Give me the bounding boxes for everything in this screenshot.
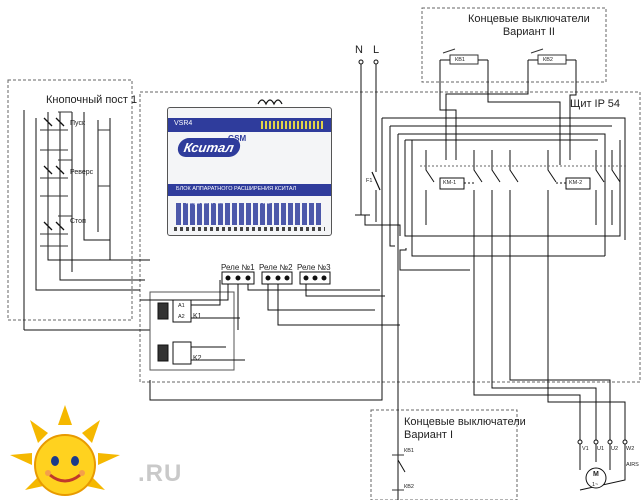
stop-button-label: Стоп: [70, 218, 86, 225]
kv1-bottom-label: КВ1: [404, 448, 414, 454]
motor-phase-label: 1~: [592, 482, 599, 488]
relay-2-label: Реле №2: [259, 263, 293, 272]
km2-label: KM-2: [569, 180, 583, 186]
kv1-top-label: КВ1: [455, 57, 465, 63]
terminal-u2: U2: [611, 446, 619, 452]
line-label: L: [373, 44, 380, 56]
watermark-text: .RU: [138, 460, 183, 487]
k2-label: K2: [193, 355, 202, 362]
terminal-v1: V1: [582, 446, 589, 452]
module-pins: [174, 227, 325, 231]
k1-a2-label: A2: [178, 314, 185, 320]
km1-label: KM-1: [443, 180, 457, 186]
module-model: VSR4: [174, 120, 193, 127]
limit-switches-v1-label: Концевые выключатели Вариант I: [404, 416, 526, 441]
motor-m-label: M: [593, 471, 599, 478]
kv2-top-label: КВ2: [543, 57, 553, 63]
motor-lines: [399, 225, 628, 491]
neutral-label: N: [355, 44, 363, 56]
terminal-u1: U1: [597, 446, 605, 452]
module-terminals: [176, 203, 323, 225]
start-button-label: Пуск: [70, 120, 86, 127]
limit-switches-v2-label: Концевые выключатели Вариант II: [468, 13, 590, 38]
module-gsm: GSM: [228, 134, 247, 143]
top-limit-switches: [439, 48, 577, 80]
supply-lines: [358, 59, 381, 222]
k1-label: K1: [193, 313, 202, 320]
kv2-bottom-label: КВ2: [404, 484, 414, 490]
module-top-band: VSR4: [168, 118, 331, 132]
relay-1-label: Реле №1: [221, 263, 255, 272]
terminal-airs: AIRS: [626, 462, 639, 468]
module-sub-relays: РЕЛЕ: [260, 200, 271, 205]
k1-a1-label: A1: [178, 303, 185, 309]
terminal-w2: W2: [626, 446, 635, 452]
module-title: БЛОК АППАРАТНОГО РАСШИРЕНИЯ КСИТАЛ: [176, 186, 297, 192]
contactors: [420, 150, 628, 225]
fuse-label: F1: [366, 178, 373, 184]
module-sub-inputs: ВХОДЫ КОНТРОЛЯ: [186, 200, 224, 205]
button-post-label: Кнопочный пост 1: [46, 94, 138, 106]
button-post-box: [7, 79, 133, 321]
wiring-diagram: VSR4 Кситал GSM БЛОК АППАРАТНОГО РАСШИРЕ…: [0, 0, 643, 500]
module-stripes: [261, 121, 323, 129]
cabinet-label: Щит IP 54: [570, 98, 621, 110]
controller-module: VSR4 Кситал GSM БЛОК АППАРАТНОГО РАСШИРЕ…: [167, 107, 332, 236]
button-post-wiring: [23, 110, 150, 331]
relay-3-label: Реле №3: [297, 263, 331, 272]
reverse-button-label: Реверс: [70, 169, 94, 176]
inductor-symbol: [257, 99, 283, 106]
module-title-band: БЛОК АППАРАТНОГО РАСШИРЕНИЯ КСИТАЛ: [168, 184, 331, 196]
